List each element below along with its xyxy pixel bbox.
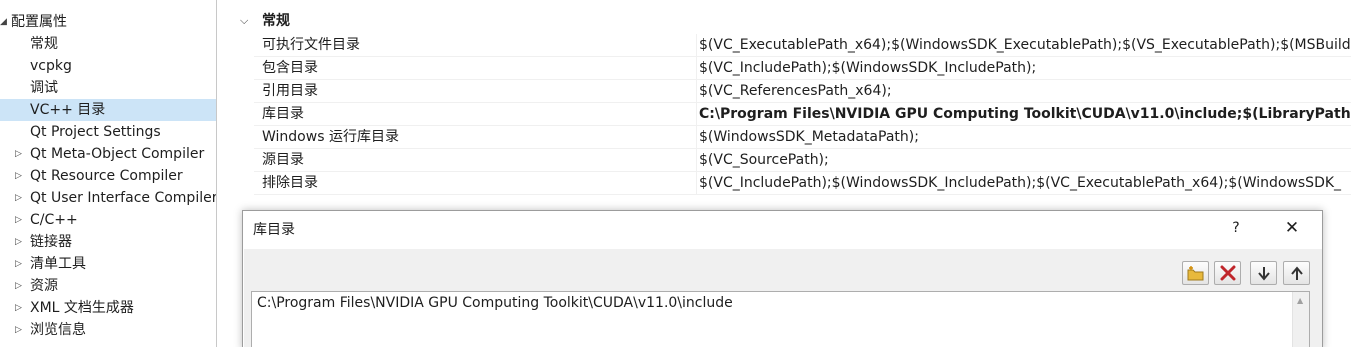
- tree-item-label: XML 文档生成器: [30, 300, 134, 316]
- expanded-arrow-icon[interactable]: ◢: [0, 11, 10, 33]
- help-button[interactable]: ?: [1226, 217, 1246, 239]
- tree-item-qt-project-settings[interactable]: Qt Project Settings: [0, 121, 216, 143]
- tree-item-qt-rcc[interactable]: ▷ Qt Resource Compiler: [0, 165, 216, 187]
- collapsed-arrow-icon[interactable]: ▷: [15, 231, 25, 253]
- property-value[interactable]: $(VC_IncludePath);$(WindowsSDK_IncludePa…: [696, 172, 1351, 195]
- scroll-up-icon[interactable]: ▲: [1297, 296, 1303, 305]
- tree-item-debugging[interactable]: 调试: [0, 77, 216, 99]
- property-row-source-dirs[interactable]: 源目录 $(VC_SourcePath);: [254, 149, 1351, 172]
- property-name: 引用目录: [262, 83, 318, 99]
- property-value[interactable]: $(WindowsSDK_MetadataPath);: [696, 126, 1351, 149]
- property-tree: ◢ 配置属性 常规 vcpkg 调试 VC++ 目录 Qt Project Se…: [0, 0, 217, 347]
- tree-item-browse-info[interactable]: ▷ 浏览信息: [0, 319, 216, 341]
- tree-item-label: 浏览信息: [30, 322, 86, 338]
- property-value[interactable]: $(VC_ExecutablePath_x64);$(WindowsSDK_Ex…: [696, 34, 1351, 57]
- move-up-button[interactable]: [1283, 261, 1310, 285]
- tree-item-label: C/C++: [30, 212, 78, 228]
- tree-item-label: vcpkg: [30, 58, 72, 74]
- property-value[interactable]: $(VC_ReferencesPath_x64);: [696, 80, 1351, 103]
- property-value[interactable]: $(VC_SourcePath);: [696, 149, 1351, 172]
- tree-item-label: Qt User Interface Compiler: [30, 190, 216, 206]
- property-name: 源目录: [262, 152, 304, 168]
- delete-line-button[interactable]: [1214, 261, 1241, 285]
- property-name: 可执行文件目录: [262, 37, 360, 53]
- property-name: Windows 运行库目录: [262, 129, 399, 145]
- tree-item-general[interactable]: 常规: [0, 33, 216, 55]
- arrow-down-icon: [1258, 267, 1270, 281]
- new-line-button[interactable]: [1182, 261, 1209, 285]
- vertical-scrollbar[interactable]: ▲: [1292, 292, 1309, 347]
- property-value[interactable]: $(VC_IncludePath);$(WindowsSDK_IncludePa…: [696, 57, 1351, 80]
- collapsed-arrow-icon[interactable]: ▷: [15, 143, 25, 165]
- tree-item-vcpkg[interactable]: vcpkg: [0, 55, 216, 77]
- move-down-button[interactable]: [1250, 261, 1277, 285]
- tree-item-manifest-tool[interactable]: ▷ 清单工具: [0, 253, 216, 275]
- tree-item-label: VC++ 目录: [30, 102, 106, 118]
- tree-item-linker[interactable]: ▷ 链接器: [0, 231, 216, 253]
- tree-item-vc-directories[interactable]: VC++ 目录: [0, 99, 216, 121]
- tree-item-label: Qt Meta-Object Compiler: [30, 146, 205, 162]
- directory-list[interactable]: C:\Program Files\NVIDIA GPU Computing To…: [251, 291, 1310, 347]
- tree-item-label: 链接器: [30, 234, 72, 250]
- collapsed-arrow-icon[interactable]: ▷: [15, 319, 25, 341]
- chevron-down-icon[interactable]: ⌵: [240, 10, 248, 32]
- collapsed-arrow-icon[interactable]: ▷: [15, 187, 25, 209]
- collapsed-arrow-icon[interactable]: ▷: [15, 209, 25, 231]
- delete-x-icon: [1220, 265, 1236, 281]
- collapsed-arrow-icon[interactable]: ▷: [15, 275, 25, 297]
- property-name: 包含目录: [262, 60, 318, 76]
- tree-item-label: 清单工具: [30, 256, 86, 272]
- property-grid: ⌵ 常规 可执行文件目录 $(VC_ExecutablePath_x64);$(…: [218, 0, 1351, 200]
- tree-item-xml-doc-generator[interactable]: ▷ XML 文档生成器: [0, 297, 216, 319]
- tree-item-qt-moc[interactable]: ▷ Qt Meta-Object Compiler: [0, 143, 216, 165]
- collapsed-arrow-icon[interactable]: ▷: [15, 165, 25, 187]
- library-directories-dialog: 库目录 ? ✕ C:\Program Files\NVIDIA GPU Comp…: [242, 210, 1323, 347]
- arrow-up-icon: [1291, 266, 1303, 280]
- property-name: 排除目录: [262, 175, 318, 191]
- section-header-general[interactable]: ⌵ 常规: [218, 10, 1351, 32]
- directory-list-item[interactable]: C:\Program Files\NVIDIA GPU Computing To…: [257, 295, 733, 311]
- property-row-reference-dirs[interactable]: 引用目录 $(VC_ReferencesPath_x64);: [254, 80, 1351, 103]
- tree-item-config-properties[interactable]: ◢ 配置属性: [0, 11, 216, 33]
- close-button[interactable]: ✕: [1277, 217, 1307, 239]
- tree-item-label: Qt Resource Compiler: [30, 168, 183, 184]
- tree-item-label: 常规: [30, 36, 58, 52]
- tree-item-label: Qt Project Settings: [30, 124, 161, 140]
- property-row-exclude-dirs[interactable]: 排除目录 $(VC_IncludePath);$(WindowsSDK_Incl…: [254, 172, 1351, 195]
- tree-item-qt-uic[interactable]: ▷ Qt User Interface Compiler: [0, 187, 216, 209]
- property-name: 库目录: [262, 106, 304, 122]
- new-line-folder-icon: [1187, 266, 1204, 281]
- property-row-executable-dirs[interactable]: 可执行文件目录 $(VC_ExecutablePath_x64);$(Windo…: [254, 34, 1351, 57]
- property-row-library-dirs[interactable]: 库目录 C:\Program Files\NVIDIA GPU Computin…: [254, 103, 1351, 126]
- tree-item-c-cpp[interactable]: ▷ C/C++: [0, 209, 216, 231]
- tree-item-resources[interactable]: ▷ 资源: [0, 275, 216, 297]
- tree-item-label: 调试: [30, 80, 58, 96]
- tree-item-label: 配置属性: [11, 14, 67, 30]
- property-row-winrt-dirs[interactable]: Windows 运行库目录 $(WindowsSDK_MetadataPath)…: [254, 126, 1351, 149]
- dialog-body: C:\Program Files\NVIDIA GPU Computing To…: [244, 249, 1322, 347]
- property-value[interactable]: C:\Program Files\NVIDIA GPU Computing To…: [696, 103, 1351, 126]
- collapsed-arrow-icon[interactable]: ▷: [15, 253, 25, 275]
- section-title: 常规: [262, 13, 290, 29]
- dialog-title: 库目录: [253, 222, 295, 238]
- collapsed-arrow-icon[interactable]: ▷: [15, 297, 25, 319]
- tree-item-label: 资源: [30, 278, 58, 294]
- property-row-include-dirs[interactable]: 包含目录 $(VC_IncludePath);$(WindowsSDK_Incl…: [254, 57, 1351, 80]
